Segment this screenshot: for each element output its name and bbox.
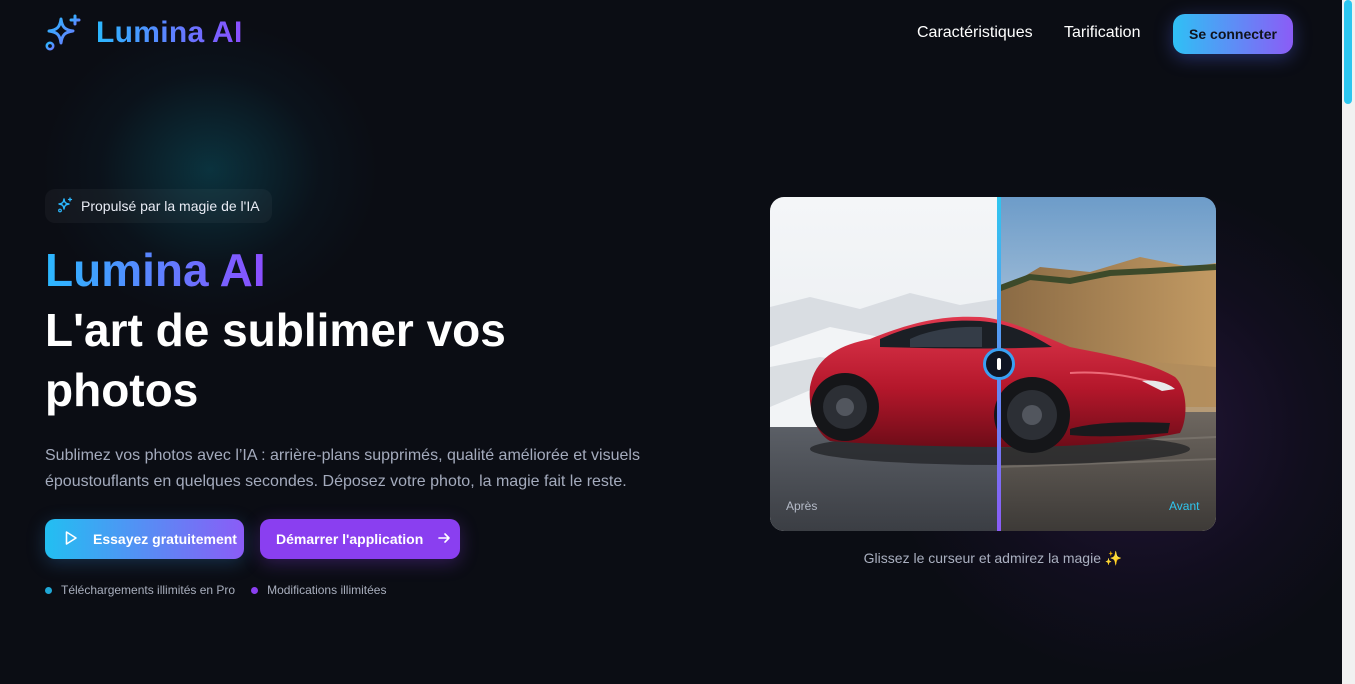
after-label: Après [786, 499, 818, 513]
ai-badge: Propulsé par la magie de l'IA [45, 189, 272, 223]
top-navbar: Lumina AI Caractéristiques Tarification … [0, 0, 1342, 68]
perk-dot [45, 586, 52, 594]
hero-description: Sublimez vos photos avec l’IA : arrière-… [45, 447, 640, 490]
hero-brand-heading: Lumina AI [45, 244, 266, 296]
login-button[interactable]: Se connecter [1173, 14, 1293, 54]
perk-item: Téléchargements illimités en Pro [45, 583, 235, 597]
arrow-right-icon [437, 531, 451, 548]
nav-link-pricing[interactable]: Tarification [1064, 24, 1140, 42]
before-after-comparison[interactable]: Après Avant [770, 197, 1216, 531]
slider-handle-icon[interactable] [983, 348, 1015, 380]
brand-logo-link[interactable]: Lumina AI [44, 14, 243, 52]
play-icon [63, 530, 79, 549]
scrollbar-thumb[interactable] [1344, 0, 1352, 104]
try-free-label: Essayez gratuitement [93, 531, 237, 547]
nav-link-features[interactable]: Caractéristiques [917, 24, 1033, 42]
comparison-caption: Glissez le curseur et admirez la magie ✨ [863, 550, 1123, 566]
perks-list: Téléchargements illimités en Pro Modific… [45, 583, 386, 597]
brand-name: Lumina AI [96, 16, 243, 49]
start-app-label: Démarrer l'application [276, 531, 424, 547]
try-free-button[interactable]: Essayez gratuitement [45, 519, 244, 559]
hero-title: L'art de sublimer vos photos [45, 304, 506, 416]
sparkles-icon [57, 196, 73, 216]
perk-item: Modifications illimitées [251, 583, 386, 597]
sparkles-icon [44, 14, 82, 52]
before-label: Avant [1169, 499, 1200, 513]
perk-label: Téléchargements illimités en Pro [61, 583, 236, 597]
perk-label: Modifications illimitées [267, 583, 387, 597]
ai-badge-label: Propulsé par la magie de l'IA [81, 198, 260, 214]
perk-dot [251, 586, 259, 594]
start-app-button[interactable]: Démarrer l'application [260, 519, 460, 559]
slider-grip [997, 358, 1001, 370]
